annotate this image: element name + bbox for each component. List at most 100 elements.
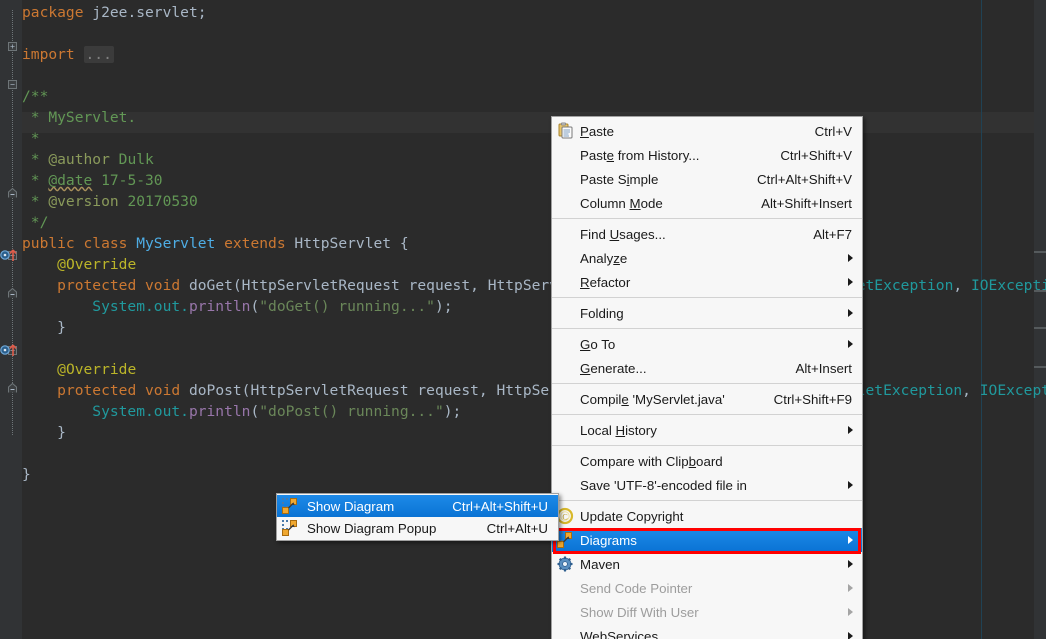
menu-item-label: Send Code Pointer [580,580,693,596]
menu-item-go-to[interactable]: Go To [552,332,862,356]
menu-item-column-mode[interactable]: Column Mode Alt+Shift+Insert [552,191,862,215]
menu-item-paste-from-history[interactable]: Paste from History... Ctrl+Shift+V [552,143,862,167]
menu-item-shortcut: Alt+Insert [795,360,852,376]
menu-item-label: Show Diagram [307,498,395,514]
code-token: * [22,172,49,189]
menu-item-update-copyright[interactable]: C Update Copyright [552,504,862,528]
menu-item-send-code-pointer: Send Code Pointer [552,576,862,600]
code-line: import ... [22,44,1046,65]
chevron-right-icon [848,584,853,592]
code-token: MyServlet [136,235,216,252]
code-line: * @author Dulk [22,149,1046,170]
submenu-item-show-diagram-popup[interactable]: Show Diagram Popup Ctrl+Alt+U [277,517,558,539]
code-token: * MyServlet. [22,109,137,126]
code-token: "doGet() running..." [259,298,435,315]
menu-item-label: Column Mode [580,195,663,211]
menu-item-label: Analyze [580,250,628,266]
menu-item-shortcut: Ctrl+Alt+Shift+U [452,498,548,514]
submenu-item-show-diagram[interactable]: Show Diagram Ctrl+Alt+Shift+U [277,495,558,517]
menu-item-shortcut: Ctrl+Shift+V [780,147,852,163]
menu-item-maven[interactable]: Maven [552,552,862,576]
code-token: protected void [57,277,181,294]
editor-gutter[interactable] [0,0,22,639]
chevron-right-icon [848,254,853,262]
menu-item-shortcut: Alt+Shift+Insert [761,195,852,211]
menu-item-webservices[interactable]: WebServices [552,624,862,639]
code-line: @Override [22,254,1046,275]
menu-separator [552,383,862,384]
code-token: extends [224,235,286,252]
code-editor[interactable]: + − − − package j2ee.servlet; import ...… [0,0,1046,639]
fold-expand-icon[interactable]: + [8,42,17,51]
code-line: } [22,464,1046,485]
menu-separator [552,500,862,501]
code-token: println [188,298,251,315]
code-token: ... [83,46,114,63]
chevron-right-icon [848,340,853,348]
menu-item-shortcut: Ctrl+Alt+Shift+V [757,171,852,187]
menu-item-compile-myservlet-java[interactable]: Compile 'MyServlet.java' Ctrl+Shift+F9 [552,387,862,411]
code-line: } [22,422,1046,443]
code-token: HttpServlet { [285,235,409,252]
code-line: * [22,128,1046,149]
menu-item-label: Refactor [580,274,631,290]
overriding-method-icon[interactable] [0,343,20,357]
menu-item-label: Paste from History... [580,147,700,163]
menu-item-paste-simple[interactable]: Paste Simple Ctrl+Alt+Shift+V [552,167,862,191]
code-token: public class [22,235,128,252]
code-token: Dulk [109,151,154,168]
fold-end-icon[interactable] [8,288,17,298]
chevron-right-icon [848,309,853,317]
code-token: @version [48,193,119,210]
menu-item-folding[interactable]: Folding [552,301,862,325]
menu-item-compare-with-clipboard[interactable]: Compare with Clipboard [552,449,862,473]
code-token: IOException [979,382,1046,399]
code-token: "doPost() running..." [259,403,444,420]
diagrams-submenu[interactable]: Show Diagram Ctrl+Alt+Shift+U Show Diagram… [276,493,559,541]
code-token: package [22,4,84,21]
code-token: println [188,403,251,420]
code-line: */ [22,212,1046,233]
menu-item-generate[interactable]: Generate... Alt+Insert [552,356,862,380]
menu-item-diagrams[interactable]: Diagrams [552,528,862,554]
fold-end-icon[interactable] [8,188,17,198]
fold-collapse-icon[interactable]: − [8,80,17,89]
menu-item-save-utf-8-encoded-file-in[interactable]: Save 'UTF-8'-encoded file in [552,473,862,497]
menu-item-paste[interactable]: Paste Ctrl+V [552,119,862,143]
code-line: * MyServlet. [22,107,1046,128]
menu-item-label: Compile 'MyServlet.java' [580,391,725,407]
fold-end-icon[interactable] [8,383,17,393]
code-line: * @version 20170530 [22,191,1046,212]
code-token: @author [48,151,110,168]
menu-item-find-usages[interactable]: Find Usages... Alt+F7 [552,222,862,246]
code-line: package j2ee.servlet; [22,2,1046,23]
code-token: } [22,466,31,483]
overriding-method-icon[interactable] [0,248,20,262]
menu-item-label: Maven [580,556,620,572]
menu-item-local-history[interactable]: Local History [552,418,862,442]
menu-item-label: WebServices [580,628,659,639]
code-token: j2ee.servlet; [83,4,207,21]
code-token: ( [250,298,260,315]
menu-item-label: Paste Simple [580,171,659,187]
chevron-right-icon [848,536,853,544]
editor-context-menu[interactable]: Paste Ctrl+V Paste from History... Ctrl+Shi… [551,116,863,639]
menu-item-refactor[interactable]: Refactor [552,270,862,294]
code-line: * @date 17-5-30 [22,170,1046,191]
code-token: } [22,424,66,441]
menu-item-label: Paste [580,123,615,139]
maven-gear-icon [556,555,574,573]
code-line: } [22,317,1046,338]
code-token: IOException [970,277,1046,294]
code-token: System.out. [22,403,189,420]
menu-item-analyze[interactable]: Analyze [552,246,862,270]
code-token: 17-5-30 [92,172,163,189]
code-text[interactable]: package j2ee.servlet; import ... /** * M… [22,2,1046,485]
code-line: System.out.println("doPost() running..."… [22,401,1046,422]
